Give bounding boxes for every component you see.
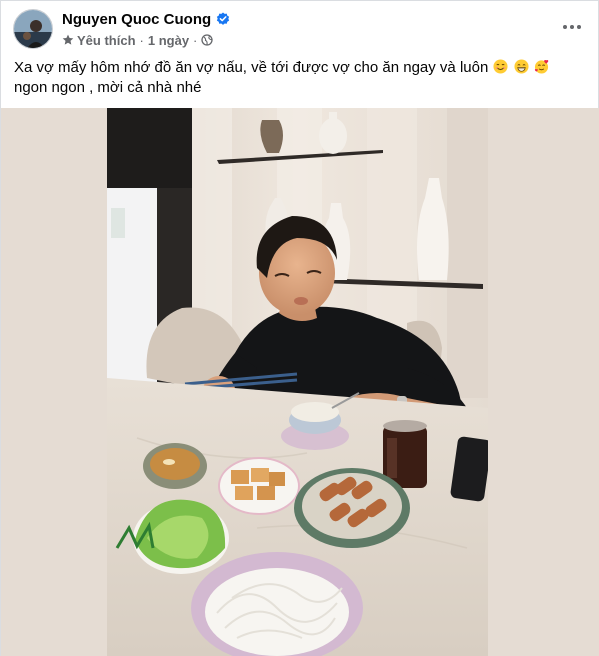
post-text-end: ngon ngon , mời cả nhà nhé [14,79,202,96]
globe-icon[interactable] [201,34,214,46]
smiling-face-icon [493,59,509,74]
author-avatar[interactable] [13,9,53,49]
post-photo[interactable] [107,108,488,656]
food-photo-image [107,108,488,656]
meta-separator: · [193,32,198,48]
grinning-face-icon [514,59,529,74]
meta-separator: · [139,32,144,48]
favorite-label[interactable]: Yêu thích [77,33,136,48]
facebook-post: Nguyen Quoc Cuong Yêu thích · 1 ngày · X… [0,0,599,656]
post-message: Xa vợ mấy hôm nhớ đồ ăn vợ nấu, về tới đ… [14,58,584,98]
verified-badge-icon [216,12,230,25]
more-options-icon[interactable] [560,15,584,39]
face-with-hearts-icon [534,59,549,74]
post-meta: Yêu thích · 1 ngày · [62,32,214,48]
post-text-body: Xa vợ mấy hôm nhớ đồ ăn vợ nấu, về tới đ… [14,59,489,76]
post-timestamp[interactable]: 1 ngày [148,33,189,48]
post-header: Nguyen Quoc Cuong Yêu thích · 1 ngày · [13,9,588,53]
star-icon [62,34,74,45]
author-name[interactable]: Nguyen Quoc Cuong [62,11,211,28]
post-photo-area[interactable] [1,108,599,656]
